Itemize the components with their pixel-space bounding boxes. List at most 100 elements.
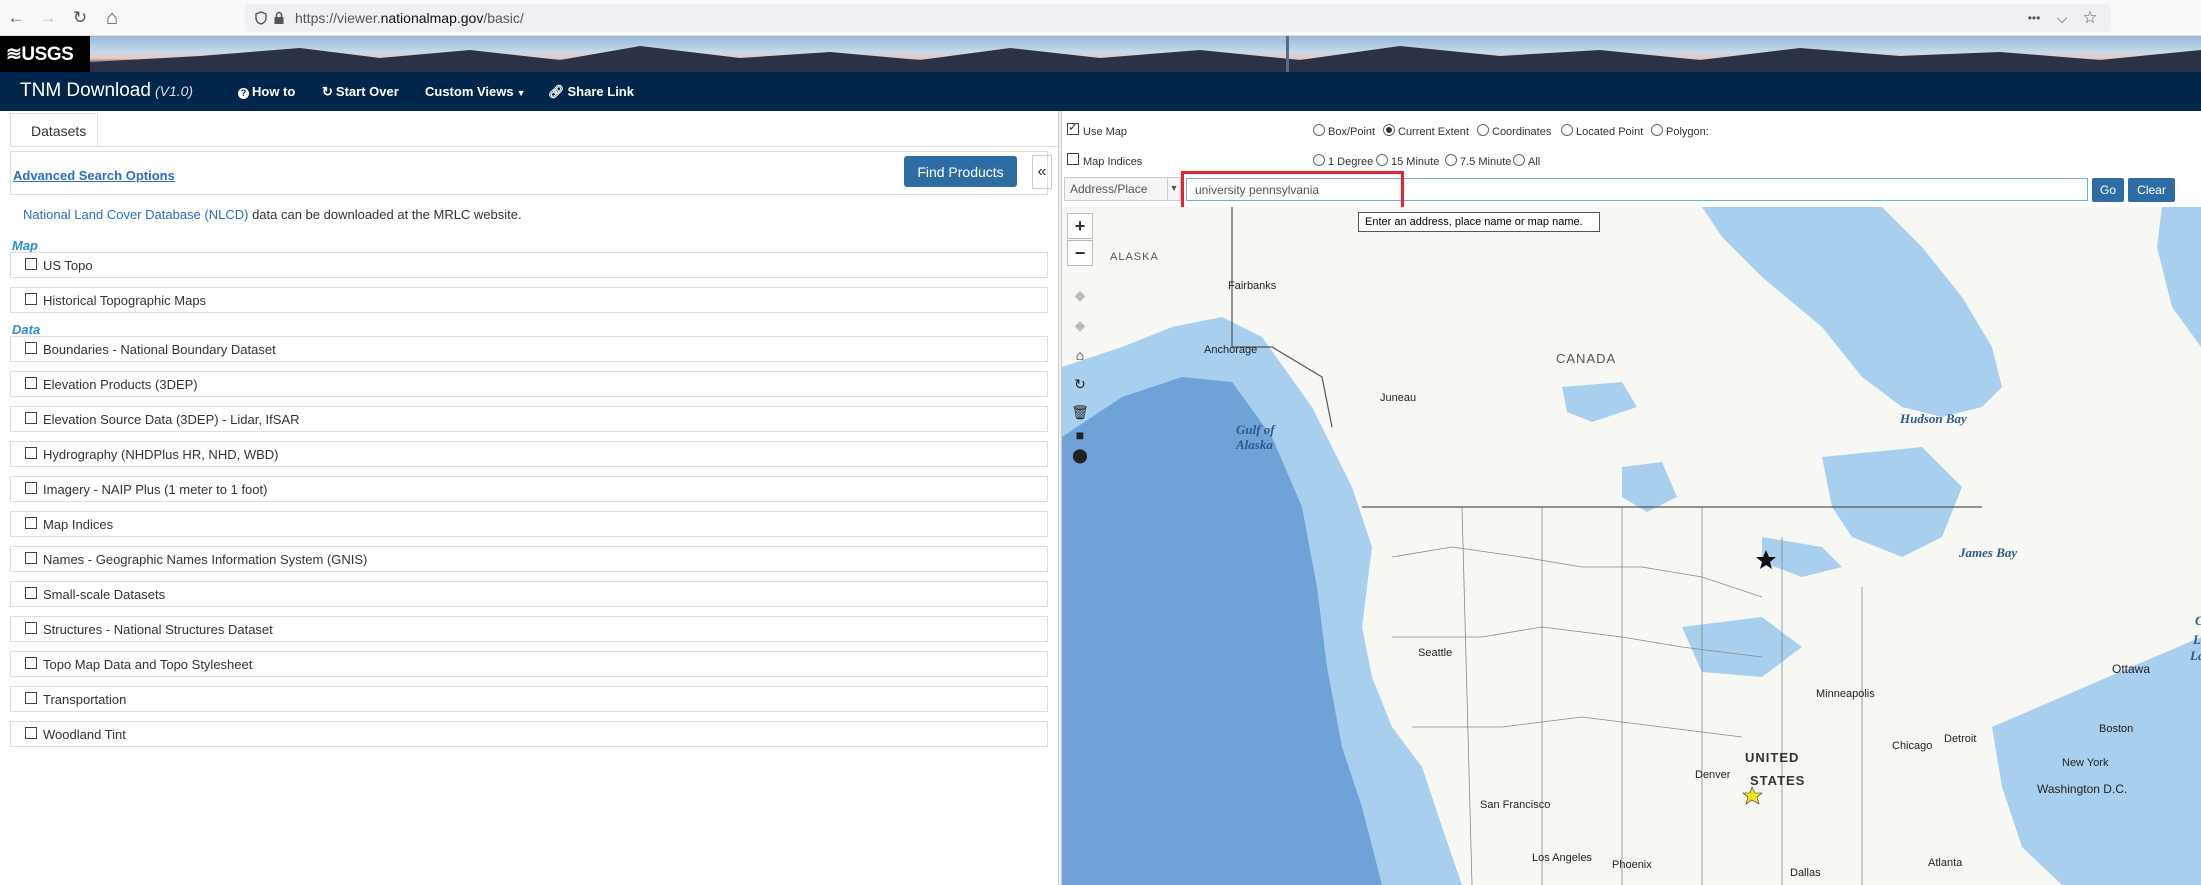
map-label: Fairbanks [1228, 280, 1277, 292]
dataset-item-us-topo[interactable]: US Topo [10, 252, 1048, 278]
dataset-item-woodland-tint[interactable]: Woodland Tint [10, 721, 1048, 747]
zoom-in-button[interactable]: + [1067, 213, 1093, 239]
dataset-item-boundaries[interactable]: Boundaries - National Boundary Dataset [10, 336, 1048, 362]
dataset-label: Structures - National Structures Dataset [43, 622, 273, 637]
home-extent-icon[interactable]: ⌂ [1068, 343, 1092, 367]
radio-label: Coordinates [1492, 126, 1552, 138]
map-view[interactable]: + − ◆ ◆ ⌂ ↻ 🗑︎ ■ ⬤ ALASKA Fairbanks Anch… [1062, 207, 2201, 885]
checkbox[interactable] [25, 622, 37, 634]
pocket-icon[interactable]: ⌵ [2048, 4, 2076, 32]
map-label: Boston [2099, 723, 2134, 735]
checkbox[interactable] [25, 412, 37, 424]
tab-datasets[interactable]: Datasets [10, 113, 98, 147]
checkbox[interactable] [25, 377, 37, 389]
map-water-label: Hudson Bay [1900, 411, 1967, 426]
section-map-heading: Map [12, 238, 38, 253]
dataset-item-imagery[interactable]: Imagery - NAIP Plus (1 meter to 1 foot) [10, 476, 1048, 502]
collapse-panel-button[interactable]: « [1032, 155, 1052, 189]
dataset-item-hydrography[interactable]: Hydrography (NHDPlus HR, NHD, WBD) [10, 441, 1048, 467]
map-water-label: James Bay [1959, 545, 2018, 560]
map-indices-label: Map Indices [1083, 156, 1143, 168]
checkbox[interactable] [25, 293, 37, 305]
search-type-select[interactable]: Address/Place ▼ [1064, 177, 1181, 201]
dataset-item-transportation[interactable]: Transportation [10, 686, 1048, 712]
trash-icon[interactable]: 🗑︎ [1068, 400, 1092, 424]
home-icon[interactable]: ⌂ [98, 4, 126, 32]
radio-1-degree[interactable] [1313, 154, 1325, 166]
map-pin-icon[interactable]: ⬤ [1068, 443, 1092, 467]
dataset-item-historical-topo[interactable]: Historical Topographic Maps [10, 287, 1048, 313]
start-over-link[interactable]: ↻ Start Over [322, 84, 399, 100]
page-actions-menu-icon[interactable]: ••• [2020, 4, 2048, 32]
how-to-link[interactable]: ? How to [238, 84, 295, 99]
dataset-item-names-gnis[interactable]: Names - Geographic Names Information Sys… [10, 546, 1048, 572]
lock-icon [274, 11, 284, 24]
radio-polygon[interactable] [1651, 124, 1663, 136]
dataset-item-structures[interactable]: Structures - National Structures Dataset [10, 616, 1048, 642]
forward-icon[interactable]: → [34, 4, 62, 32]
dataset-label: Map Indices [43, 517, 114, 532]
checkbox[interactable] [25, 517, 37, 529]
refresh-map-icon[interactable]: ↻ [1068, 372, 1092, 396]
clear-button[interactable]: Clear [2128, 178, 2175, 202]
dataset-label: Elevation Products (3DEP) [43, 377, 198, 392]
checkbox[interactable] [25, 258, 37, 270]
annotation-highlight-box [1181, 171, 1404, 210]
radio-current-extent[interactable] [1383, 124, 1395, 136]
radio-coordinates[interactable] [1477, 124, 1489, 136]
dataset-item-elevation-source[interactable]: Elevation Source Data (3DEP) - Lidar, If… [10, 406, 1048, 432]
reload-icon[interactable]: ↻ [66, 4, 94, 32]
go-button[interactable]: Go [2092, 178, 2124, 202]
checkbox[interactable] [25, 552, 37, 564]
next-extent-icon[interactable]: ◆ [1068, 313, 1092, 337]
link-icon: 🔗︎ [548, 84, 565, 99]
use-map-checkbox[interactable]: ✓ [1067, 120, 1079, 135]
advanced-search-link[interactable]: Advanced Search Options [13, 168, 175, 183]
checkbox[interactable] [25, 727, 37, 739]
dataset-label: Small-scale Datasets [43, 587, 166, 602]
checkbox[interactable] [25, 657, 37, 669]
radio-7-5-minute[interactable] [1445, 154, 1457, 166]
map-label: Anchorage [1204, 344, 1258, 356]
nlcd-notice: National Land Cover Database (NLCD) data… [23, 207, 522, 222]
back-icon[interactable]: ← [2, 4, 30, 32]
map-label: Detroit [1944, 733, 1977, 745]
dataset-label: Boundaries - National Boundary Dataset [43, 342, 276, 357]
refresh-icon: ↻ [322, 84, 333, 99]
map-label: San Francisco [1480, 799, 1551, 811]
dataset-item-elevation-products[interactable]: Elevation Products (3DEP) [10, 371, 1048, 397]
usgs-logo[interactable]: ≋USGS [0, 36, 90, 72]
map-indices-checkbox[interactable] [1067, 153, 1079, 165]
radio-label: 1 Degree [1328, 156, 1374, 168]
dataset-item-topo-map-data[interactable]: Topo Map Data and Topo Stylesheet [10, 651, 1048, 677]
radio-box-point[interactable] [1313, 124, 1325, 136]
checkbox[interactable] [25, 482, 37, 494]
map-label: Phoenix [1612, 859, 1652, 871]
radio-15-minute[interactable] [1376, 154, 1388, 166]
dataset-label: Names - Geographic Names Information Sys… [43, 552, 368, 567]
previous-extent-icon[interactable]: ◆ [1068, 283, 1092, 307]
map-label: ALASKA [1110, 251, 1159, 263]
checkbox[interactable] [25, 447, 37, 459]
nlcd-link[interactable]: National Land Cover Database (NLCD) [23, 207, 248, 222]
map-water-label: Alaska [1236, 437, 1273, 452]
dataset-item-map-indices[interactable]: Map Indices [10, 511, 1048, 537]
dataset-item-small-scale[interactable]: Small-scale Datasets [10, 581, 1048, 607]
browser-toolbar: ← → ↻ ⌂ https://viewer.nationalmap.gov/b… [0, 0, 2201, 36]
radio-all[interactable] [1513, 154, 1525, 166]
bookmark-star-icon[interactable]: ☆ [2076, 4, 2104, 32]
radio-located-point[interactable] [1561, 124, 1573, 136]
zoom-out-button[interactable]: − [1067, 240, 1093, 266]
address-bar[interactable]: https://viewer.nationalmap.gov/basic/ [245, 4, 2111, 32]
checkbox[interactable] [25, 342, 37, 354]
section-data-heading: Data [12, 322, 41, 337]
dataset-label: Woodland Tint [43, 727, 126, 742]
map-label: Dallas [1790, 867, 1821, 879]
find-products-button[interactable]: Find Products [904, 156, 1017, 187]
dataset-label: Imagery - NAIP Plus (1 meter to 1 foot) [43, 482, 268, 497]
custom-views-dropdown[interactable]: Custom Views ▼ [425, 84, 526, 99]
checkbox[interactable] [25, 587, 37, 599]
dataset-label: Elevation Source Data (3DEP) - Lidar, If… [43, 412, 300, 427]
share-link[interactable]: 🔗︎ Share Link [548, 84, 634, 100]
checkbox[interactable] [25, 692, 37, 704]
